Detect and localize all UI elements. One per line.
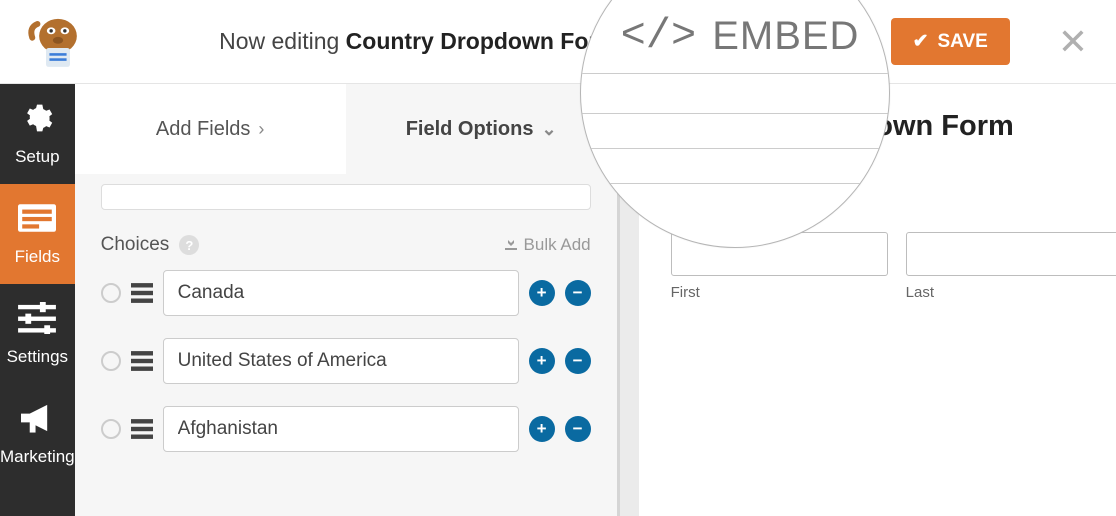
bullhorn-icon (18, 402, 56, 439)
form-icon (18, 202, 56, 239)
bulk-add-button[interactable]: Bulk Add (504, 235, 591, 255)
sidebar: Setup Fields Settings Marketing (0, 84, 75, 516)
drag-handle-icon[interactable] (131, 419, 153, 439)
field-preview-box (101, 184, 591, 210)
sidebar-item-settings[interactable]: Settings (0, 284, 75, 384)
code-icon: </> (745, 29, 790, 54)
embed-button[interactable]: </> EMBED (721, 0, 891, 84)
choice-input[interactable] (163, 406, 519, 452)
choice-row: + − (101, 406, 591, 452)
last-name-input[interactable] (906, 232, 1116, 276)
close-icon: ✕ (1058, 21, 1088, 62)
choice-input[interactable] (163, 338, 519, 384)
add-choice-button[interactable]: + (529, 280, 555, 306)
add-choice-button[interactable]: + (529, 416, 555, 442)
remove-choice-button[interactable]: − (565, 416, 591, 442)
choices-label: Choices (101, 234, 170, 256)
sidebar-item-label: Fields (15, 247, 60, 267)
add-choice-button[interactable]: + (529, 348, 555, 374)
close-button[interactable]: ✕ (1030, 24, 1116, 60)
splitter[interactable] (617, 84, 639, 516)
sliders-icon (18, 302, 56, 339)
tab-field-options[interactable]: Field Options ⌄ (346, 84, 617, 174)
sidebar-item-marketing[interactable]: Marketing (0, 384, 75, 484)
radio-default[interactable] (101, 419, 121, 439)
remove-choice-button[interactable]: − (565, 280, 591, 306)
tab-add-fields[interactable]: Add Fields › (75, 84, 346, 174)
save-button[interactable]: ✔ SAVE (891, 18, 1010, 65)
help-icon[interactable]: ? (179, 235, 199, 255)
chevron-down-icon: ⌄ (541, 119, 556, 140)
check-icon: ✔ (913, 30, 929, 53)
sidebar-item-label: Marketing (0, 447, 75, 467)
gear-icon (18, 102, 56, 139)
sidebar-item-fields[interactable]: Fields (0, 184, 75, 284)
preview-field-label: Name * (671, 201, 1116, 222)
chevron-right-icon: › (258, 119, 264, 140)
choice-row: + − (101, 338, 591, 384)
radio-default[interactable] (101, 283, 121, 303)
choice-input[interactable] (163, 270, 519, 316)
choice-row: + − (101, 270, 591, 316)
remove-choice-button[interactable]: − (565, 348, 591, 374)
sidebar-item-setup[interactable]: Setup (0, 84, 75, 184)
sidebar-item-label: Setup (15, 147, 59, 167)
download-icon (504, 235, 518, 255)
preview-pane: Country Dropdown Form Name * First Last (639, 84, 1116, 516)
sidebar-item-label: Settings (7, 347, 68, 367)
last-sublabel: Last (906, 284, 1116, 301)
drag-handle-icon[interactable] (131, 351, 153, 371)
logo (0, 0, 116, 84)
preview-form-title: Country Dropdown Form (671, 110, 1116, 143)
first-name-input[interactable] (671, 232, 888, 276)
radio-default[interactable] (101, 351, 121, 371)
first-sublabel: First (671, 284, 888, 301)
drag-handle-icon[interactable] (131, 283, 153, 303)
page-title: Now editing Country Dropdown Form (116, 28, 721, 55)
